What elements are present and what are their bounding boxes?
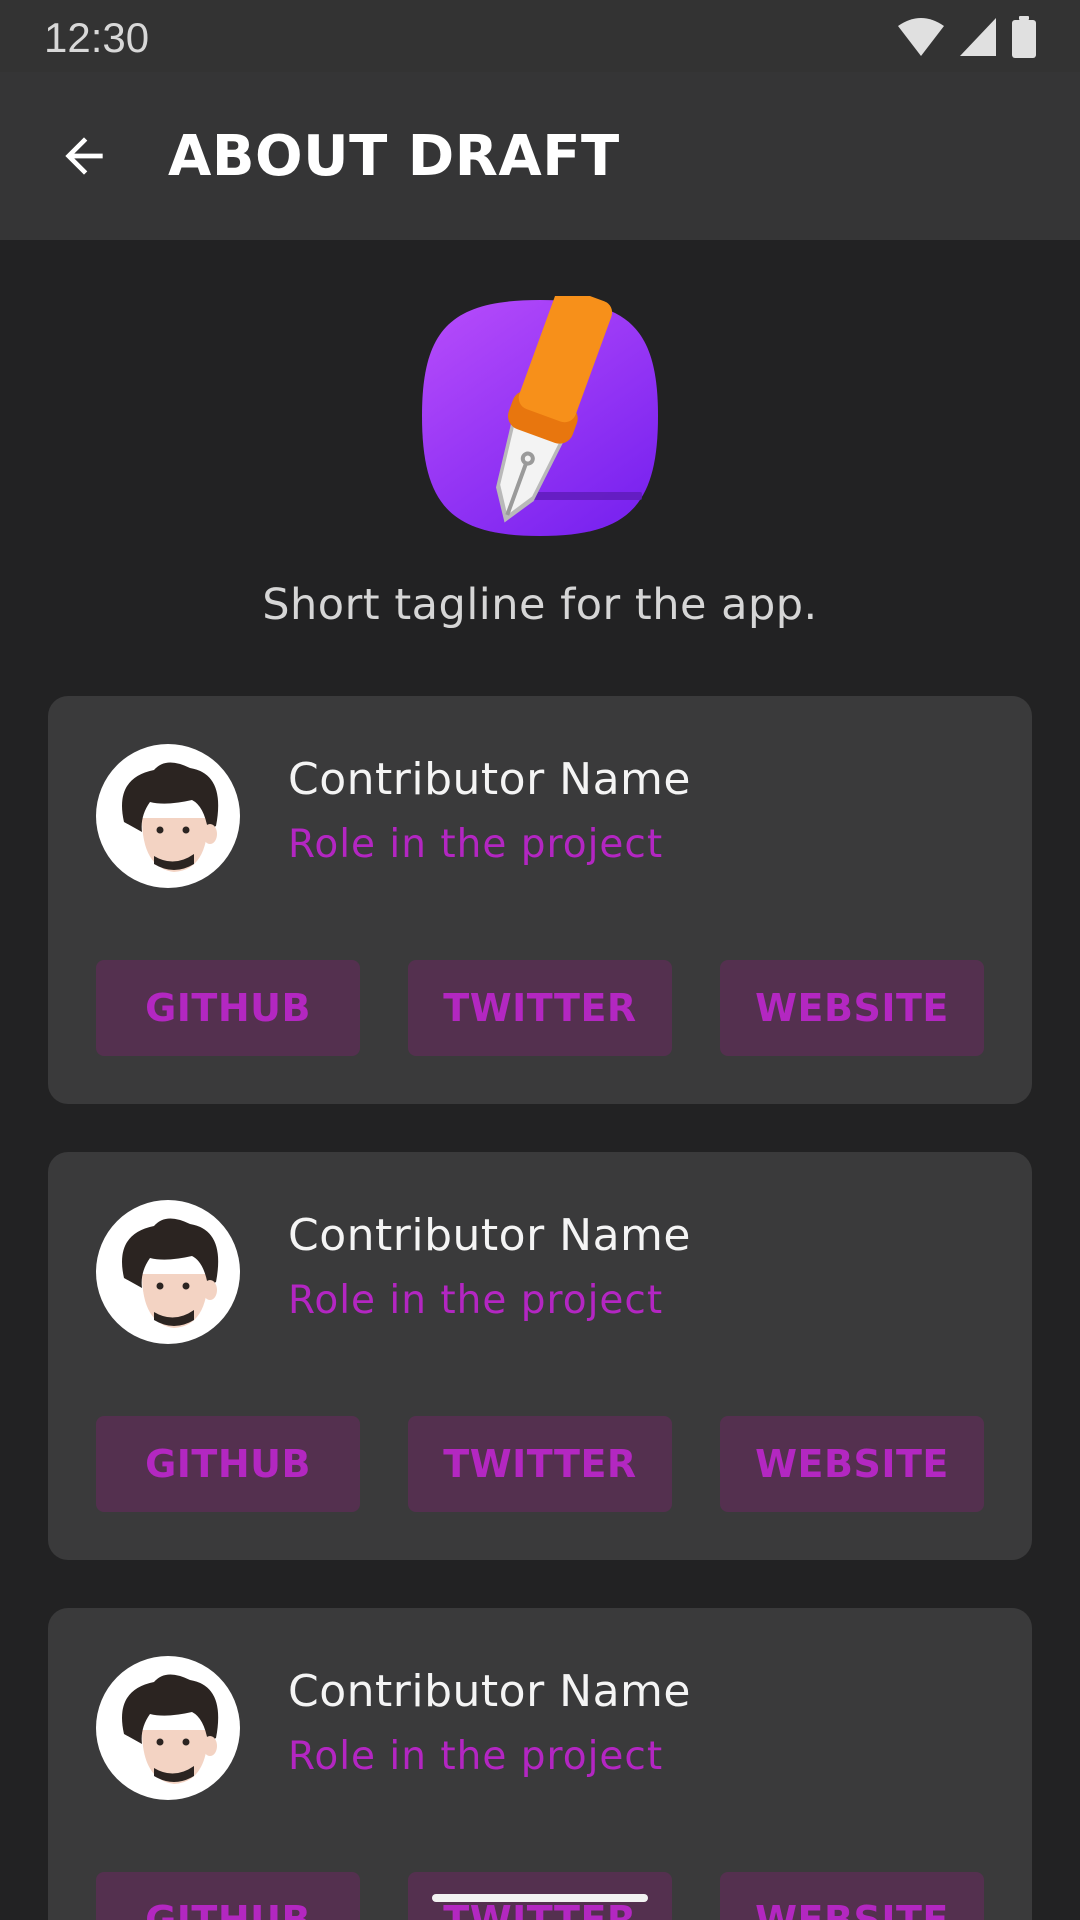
contributor-card: Contributor Name Role in the project GIT…: [48, 1152, 1032, 1560]
arrow-back-icon: [65, 137, 103, 175]
status-bar: 12:30: [0, 0, 1080, 72]
cell-signal-icon: [960, 18, 996, 56]
github-button[interactable]: GITHUB: [96, 1872, 360, 1920]
github-button[interactable]: GITHUB: [96, 960, 360, 1056]
contributor-name: Contributor Name: [288, 754, 691, 805]
avatar: [96, 744, 240, 888]
contributor-name: Contributor Name: [288, 1210, 691, 1261]
website-button[interactable]: WEBSITE: [720, 1416, 984, 1512]
fountain-pen-logo: [418, 288, 662, 540]
home-indicator[interactable]: [432, 1894, 648, 1902]
contributor-role: Role in the project: [288, 1278, 664, 1323]
contributor-card: Contributor Name Role in the project GIT…: [48, 696, 1032, 1104]
contributor-role: Role in the project: [288, 822, 664, 867]
page-title: ABOUT DRAFT: [168, 124, 620, 189]
status-icons: [898, 16, 1036, 58]
battery-icon: [1012, 16, 1036, 58]
back-button[interactable]: [40, 112, 128, 200]
contributor-card: Contributor Name Role in the project GIT…: [48, 1608, 1032, 1920]
avatar: [96, 1200, 240, 1344]
app-bar: ABOUT DRAFT: [0, 72, 1080, 240]
wifi-icon: [898, 18, 944, 56]
contributor-role: Role in the project: [288, 1734, 664, 1779]
twitter-button[interactable]: TWITTER: [408, 960, 672, 1056]
avatar: [96, 1656, 240, 1800]
website-button[interactable]: WEBSITE: [720, 960, 984, 1056]
status-time: 12:30: [44, 14, 150, 61]
twitter-button[interactable]: TWITTER: [408, 1416, 672, 1512]
website-button[interactable]: WEBSITE: [720, 1872, 984, 1920]
github-button[interactable]: GITHUB: [96, 1416, 360, 1512]
contributor-name: Contributor Name: [288, 1666, 691, 1717]
app-tagline: Short tagline for the app.: [262, 580, 818, 630]
